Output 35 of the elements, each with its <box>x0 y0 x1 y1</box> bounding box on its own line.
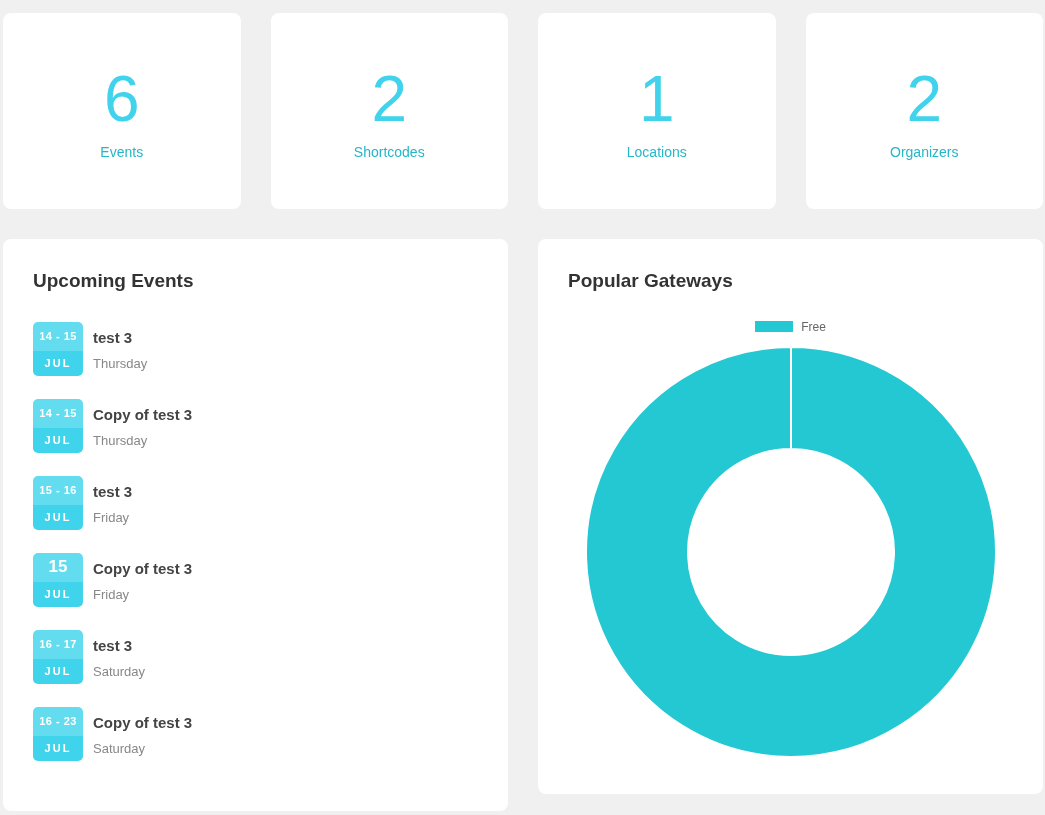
event-weekday: Saturday <box>93 663 146 681</box>
card-title: Upcoming Events <box>33 269 195 293</box>
event-weekday: Friday <box>93 509 131 527</box>
event-weekday: Thursday <box>93 432 149 450</box>
date-range: 16 - 23 <box>33 706 83 736</box>
date-month: JUL <box>33 504 83 530</box>
event-name: test 3 <box>93 481 133 502</box>
stat-value: 1 <box>638 63 675 135</box>
date-month: JUL <box>33 581 83 607</box>
date-range: 14 - 15 <box>33 398 83 428</box>
event-name: Copy of test 3 <box>93 404 193 425</box>
date-range: 16 - 17 <box>33 629 83 659</box>
stat-value: 2 <box>906 63 943 135</box>
stat-label: Shortcodes <box>353 143 425 162</box>
event-name: Copy of test 3 <box>93 712 193 733</box>
date-month: JUL <box>33 658 83 684</box>
date-month: JUL <box>33 350 83 376</box>
event-weekday: Saturday <box>93 740 147 758</box>
event-weekday: Thursday <box>93 355 148 373</box>
stat-label: Organizers <box>890 143 959 162</box>
stat-label: Locations <box>626 143 687 162</box>
date-range: 15 - 16 <box>33 475 83 505</box>
event-weekday: Friday <box>93 586 131 604</box>
date-range: 15 <box>33 552 83 582</box>
event-name: test 3 <box>93 635 134 656</box>
stat-value: 6 <box>103 63 140 135</box>
event-name: Copy of test 3 <box>93 558 193 579</box>
date-range: 14 - 15 <box>33 321 83 351</box>
card-title: Popular Gateways <box>568 269 734 293</box>
date-month: JUL <box>33 735 83 761</box>
legend-label: Free <box>801 318 826 336</box>
date-month: JUL <box>33 427 83 453</box>
event-name: test 3 <box>93 327 134 348</box>
stat-label: Events <box>100 143 144 162</box>
stat-value: 2 <box>371 63 408 135</box>
